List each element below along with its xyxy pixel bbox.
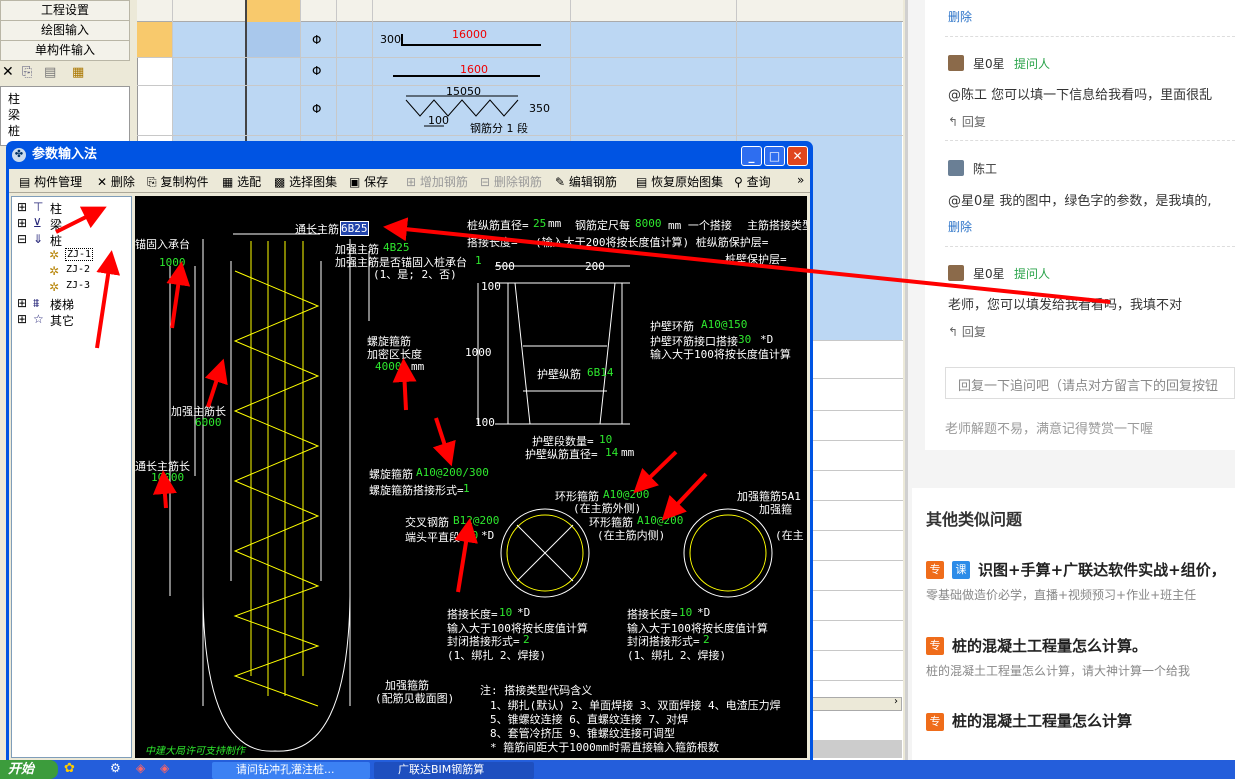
taskbar-browser-window[interactable]: 请问钻冲孔灌注桩... [212, 762, 370, 779]
red-annotation-arrows [55, 206, 1111, 593]
quicklaunch-icon[interactable]: ◈ [160, 761, 169, 775]
taskbar [0, 760, 1235, 779]
task-label: 请问钻冲孔灌注桩... [236, 763, 335, 776]
taskbar-glodon-window[interactable]: 广联达BIM钢筋算 [374, 762, 534, 779]
start-button[interactable]: 开始 [0, 760, 58, 779]
task-label: 广联达BIM钢筋算 [398, 763, 485, 776]
quicklaunch-icon[interactable]: ✿ [64, 761, 75, 776]
quicklaunch-icon[interactable]: ⚙ [110, 761, 121, 775]
quicklaunch-icon[interactable]: ◈ [136, 761, 145, 775]
